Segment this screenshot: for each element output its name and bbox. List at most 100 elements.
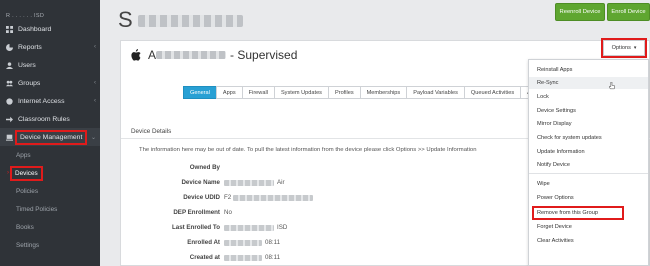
field-value-text: 08:11 [265,254,281,261]
sidebar-subitem-policies[interactable]: Policies [0,182,100,200]
chevron-down-icon: ⌄ [90,134,96,141]
sidebar: R . . . . . . ISD Dashboard Reports ‹ Us… [0,0,100,266]
tab-queued-activities[interactable]: Queued Activities [463,86,522,99]
sidebar-item-dashboard[interactable]: Dashboard [0,20,100,38]
menu-item-forget-device[interactable]: Forget Device [529,221,648,233]
options-label: Options [611,45,631,51]
sidebar-item-reports[interactable]: Reports ‹ [0,38,100,56]
field-label: DEP Enrollment [173,209,220,216]
tab-firewall[interactable]: Firewall [241,86,275,99]
menu-item-power-options[interactable]: Power Options [529,192,648,204]
blurred-device-name [156,51,227,59]
sidebar-item-label: Reports [18,43,42,51]
tab-apps[interactable]: Apps [215,86,243,99]
chevron-left-icon: ‹ [94,44,96,50]
tab-profiles[interactable]: Profiles [327,86,361,99]
menu-item-check-system-updates[interactable]: Check for system updates [529,132,648,144]
sidebar-item-label: Groups [18,79,41,87]
sidebar-item-users[interactable]: Users [0,56,100,74]
blurred-text [224,179,274,186]
sidebar-item-label: Device Management [14,129,88,145]
device-tabs: General Apps Firewall System Updates Pro… [183,86,558,99]
sidebar-subitem-label: Devices [10,165,43,181]
field-value-text: F2 [224,194,232,201]
blurred-text [224,239,262,246]
enroll-device-button[interactable]: Enroll Device [607,3,650,21]
chevron-left-icon: ‹ [94,80,96,86]
field-device-name: Device Name Air [121,179,511,189]
field-enrolled-at: Enrolled At 08:11 [121,239,511,249]
menu-item-update-information[interactable]: Update Information [529,146,648,158]
field-value: 08:11 [224,254,280,261]
users-icon [5,79,13,87]
globe-icon [5,97,13,105]
field-label: Device Name [181,179,220,186]
field-value: No [224,209,232,216]
sidebar-subitem-books[interactable]: Books [0,218,100,236]
laptop-icon [5,133,13,141]
sidebar-item-device-management[interactable]: Device Management ⌄ [0,128,100,146]
sidebar-item-label: Dashboard [18,25,52,33]
sidebar-subitem-apps[interactable]: Apps [0,146,100,164]
menu-item-lock[interactable]: Lock [529,91,648,103]
field-label: Enrolled At [187,239,220,246]
sidebar-item-label: Users [18,61,36,69]
menu-item-notify-device[interactable]: Notify Device [529,159,648,171]
last-enrolled-link[interactable]: ISD [224,224,287,231]
highlight-box [532,206,624,220]
dashboard-icon [5,25,13,33]
sidebar-subitem-timed-policies[interactable]: Timed Policies [0,200,100,218]
apple-icon [131,49,141,61]
sidebar-item-classroom-rules[interactable]: Classroom Rules [0,110,100,128]
organization-name: R . . . . . . ISD [6,13,45,19]
field-value: Air [224,179,285,186]
tab-system-updates[interactable]: System Updates [273,86,329,99]
field-label: Device UDID [183,194,220,201]
options-button[interactable]: Options ▾ [601,38,647,58]
field-device-udid: Device UDID F2 [121,194,511,204]
sidebar-item-label: Internet Access [18,97,65,105]
blurred-text [233,194,314,201]
caret-down-icon: ▾ [633,45,637,51]
blurred-text [224,224,274,231]
sidebar-item-label: Classroom Rules [18,115,70,123]
sidebar-subitem-devices[interactable]: › Devices [0,164,100,182]
options-menu: Reinstall Apps Re-Sync Lock Device Setti… [528,59,649,266]
menu-item-wipe[interactable]: Wipe [529,178,648,190]
menu-item-re-sync[interactable]: Re-Sync [529,77,648,89]
field-value: 08:11 [224,239,280,246]
device-header: A - Supervised [131,48,297,62]
field-value-text: ISD [277,224,288,231]
sidebar-item-internet-access[interactable]: Internet Access ‹ [0,92,100,110]
field-value-text: 08:11 [265,239,281,246]
arrow-icon [5,115,13,123]
user-icon [5,61,13,69]
device-name-prefix: A [148,48,157,62]
tab-memberships[interactable]: Memberships [359,86,408,99]
page-title: S [118,7,243,33]
field-last-enrolled-to: Last Enrolled To ISD [121,224,511,234]
field-label: Created at [189,254,220,261]
field-owned-by: Owned By [121,164,511,174]
field-value: F2 [224,194,316,201]
menu-item-reinstall-apps[interactable]: Reinstall Apps [529,64,648,76]
hand-cursor-icon [609,82,615,90]
field-value-text: Air [277,179,285,186]
outdated-notice: The information here may be out of date.… [139,147,477,153]
sidebar-subitem-settings[interactable]: Settings [0,236,100,254]
sidebar-item-groups[interactable]: Groups ‹ [0,74,100,92]
tab-general[interactable]: General [183,86,217,99]
chevron-right-icon: › [7,170,9,176]
page-title-text: S [118,7,134,32]
menu-item-mirror-display[interactable]: Mirror Display [529,118,648,130]
tab-payload-variables[interactable]: Payload Variables [406,86,465,99]
menu-divider [529,173,648,174]
field-label: Last Enrolled To [171,224,220,231]
menu-item-clear-activities[interactable]: Clear Activities [529,235,648,247]
pie-chart-icon [5,43,13,51]
menu-item-device-settings[interactable]: Device Settings [529,105,648,117]
device-supervised-label: - Supervised [230,48,298,62]
chevron-left-icon: ‹ [94,98,96,104]
field-dep-enrollment: DEP Enrollment No [121,209,511,219]
reenroll-device-button[interactable]: Reenroll Device [555,3,605,21]
